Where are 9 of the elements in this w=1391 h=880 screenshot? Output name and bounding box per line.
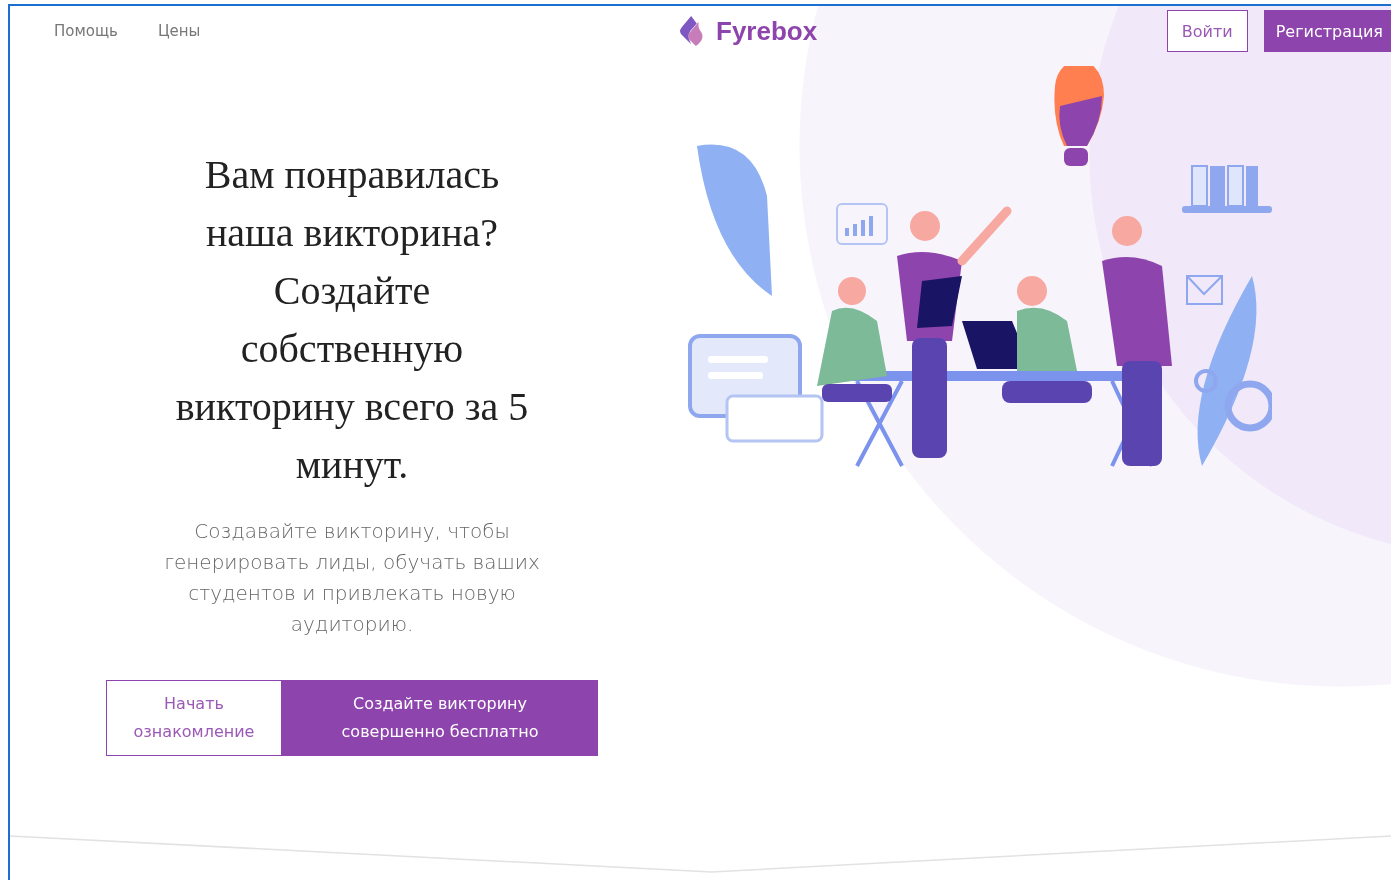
hero-description: Создавайте викторину, чтобы генерировать лиды, обучать ваших студентов и привлекать новую аудиторию. [163, 518, 541, 638]
hero-heading: Вам понравилась наша викторина? Создайте собственную викторину всего за 5 минут. [174, 151, 530, 489]
signup-button[interactable]: Регистрация [1263, 10, 1391, 52]
create-quiz-button[interactable]: Создайте викторину совершенно бесплатно [282, 680, 598, 756]
logo-text[interactable]: Fyrebox [716, 15, 818, 47]
nav-link[interactable]: Цены [157, 22, 201, 40]
start-tour-button[interactable]: Начать ознакомление [106, 680, 282, 756]
login-button[interactable]: Войти [1166, 10, 1248, 52]
nav-link[interactable]: Помощь [54, 22, 118, 40]
